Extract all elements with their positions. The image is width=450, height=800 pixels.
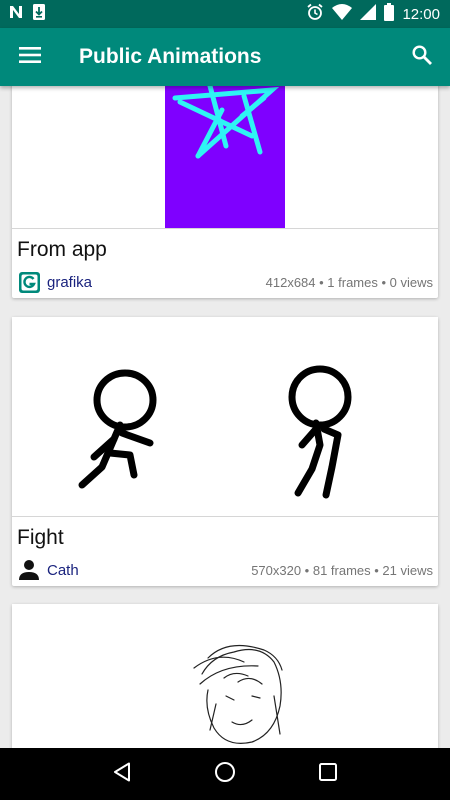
author-link[interactable]: Cath: [47, 562, 79, 579]
status-bar: 12:00: [0, 0, 450, 28]
back-icon: [113, 762, 131, 787]
status-left: [8, 3, 46, 26]
animation-card[interactable]: Fight Cath 570x320 • 81 frames • 21 view…: [12, 317, 438, 586]
card-stats: 570x320 • 81 frames • 21 views: [251, 562, 433, 578]
n-notification-icon: [8, 4, 24, 25]
animation-preview[interactable]: [12, 86, 438, 229]
cell-signal-icon: [360, 3, 377, 25]
menu-button[interactable]: [0, 28, 60, 86]
recents-button[interactable]: [302, 748, 354, 800]
status-time: 12:00: [402, 5, 440, 23]
stick-figures-preview: [78, 365, 352, 499]
animation-preview[interactable]: [12, 317, 438, 517]
wifi-icon: [332, 3, 353, 25]
page-title: Public Animations: [79, 45, 262, 68]
search-icon: [412, 44, 432, 70]
animation-preview[interactable]: [12, 604, 438, 748]
alarm-icon: [306, 3, 324, 26]
animation-card[interactable]: [12, 604, 438, 748]
app-bar: Public Animations: [0, 28, 450, 86]
download-notification-icon: [32, 3, 46, 26]
back-button[interactable]: [96, 748, 148, 800]
person-icon[interactable]: [18, 559, 40, 581]
card-stats: 412x684 • 1 frames • 0 views: [265, 274, 433, 290]
grafika-logo-icon[interactable]: [18, 271, 40, 293]
home-icon: [214, 761, 236, 788]
screen: 12:00 Public Animations From app grafika…: [0, 0, 450, 800]
navigation-bar: [0, 748, 450, 800]
card-title[interactable]: Fight: [12, 517, 438, 554]
card-meta: Cath 570x320 • 81 frames • 21 views: [12, 554, 438, 586]
recents-icon: [319, 762, 338, 786]
animation-feed[interactable]: From app grafika 412x684 • 1 frames • 0 …: [0, 86, 450, 748]
face-sketch-preview: [193, 644, 283, 744]
star-drawing-preview: [165, 86, 285, 228]
author-link[interactable]: grafika: [47, 274, 92, 291]
battery-icon: [384, 2, 395, 26]
status-right: 12:00: [306, 2, 440, 26]
card-title[interactable]: From app: [12, 229, 438, 266]
card-meta: grafika 412x684 • 1 frames • 0 views: [12, 266, 438, 298]
home-button[interactable]: [199, 748, 251, 800]
animation-card[interactable]: From app grafika 412x684 • 1 frames • 0 …: [12, 86, 438, 298]
search-button[interactable]: [394, 28, 450, 86]
hamburger-menu-icon: [19, 46, 41, 68]
